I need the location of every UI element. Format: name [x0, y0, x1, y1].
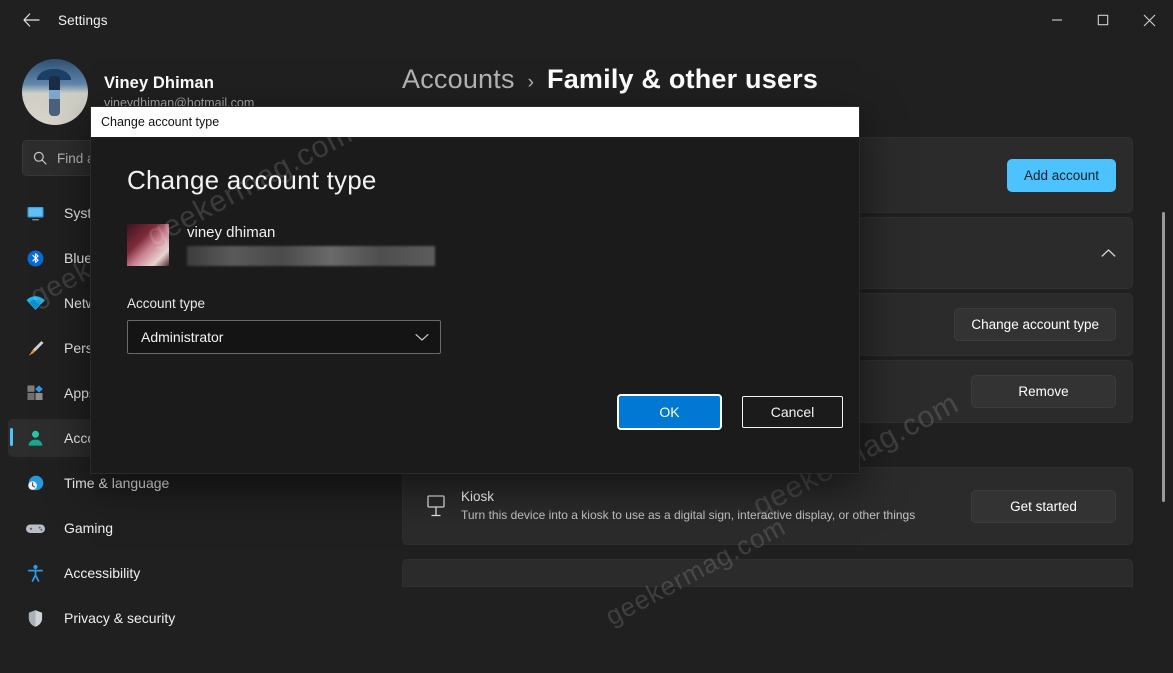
cancel-button[interactable]: Cancel [742, 396, 843, 428]
minimize-icon [1052, 19, 1062, 21]
dialog-user-email-redacted [187, 246, 435, 266]
back-arrow-icon [22, 13, 40, 27]
account-type-label: Account type [127, 296, 206, 311]
breadcrumb-separator: › [527, 72, 534, 93]
sidebar-item-label: Privacy & security [64, 610, 176, 626]
dialog-heading: Change account type [127, 165, 377, 195]
apps-icon [22, 382, 48, 404]
search-icon [33, 151, 47, 165]
window-titlebar: Settings [0, 0, 1173, 40]
dialog-user-name: viney dhiman [187, 224, 276, 241]
sidebar-item-privacy-security[interactable]: Privacy & security [8, 599, 382, 637]
page-title: Family & other users [547, 64, 819, 94]
breadcrumb-parent[interactable]: Accounts [402, 64, 515, 95]
sidebar-item-label: Time & language [64, 475, 170, 491]
ok-button[interactable]: OK [617, 394, 722, 430]
remove-button[interactable]: Remove [971, 375, 1116, 408]
sidebar-item-label: Accessibility [64, 565, 141, 581]
next-section-card-partial[interactable] [402, 559, 1133, 587]
time-language-icon [22, 472, 48, 494]
chevron-down-icon [415, 333, 429, 342]
sidebar-item-accessibility[interactable]: Accessibility [8, 554, 382, 592]
sidebar-item-gaming[interactable]: Gaming [8, 509, 382, 547]
dialog-body: Change account type viney dhiman Account… [91, 137, 859, 474]
change-account-type-button[interactable]: Change account type [954, 308, 1116, 341]
dialog-actions: OK Cancel [617, 394, 843, 430]
kiosk-description: Turn this device into a kiosk to use as … [461, 508, 916, 522]
account-type-select[interactable]: Administrator [127, 320, 441, 354]
personalization-icon [22, 337, 48, 359]
breadcrumb: Accounts › Family & other users [392, 40, 1173, 95]
minimize-button[interactable] [1034, 0, 1080, 40]
settings-window: Settings Viney Dhiman vineydhiman@hotmai… [0, 0, 1173, 673]
maximize-icon [1097, 14, 1109, 26]
accounts-icon [22, 427, 48, 449]
close-button[interactable] [1126, 0, 1173, 40]
avatar [22, 59, 88, 125]
close-icon [1143, 14, 1156, 26]
back-button[interactable] [14, 5, 48, 35]
dialog-titlebar: Change account type [91, 107, 859, 137]
avatar-detail [49, 76, 60, 116]
dialog-user-text: viney dhiman [187, 224, 435, 266]
add-account-button[interactable]: Add account [1006, 158, 1116, 192]
sidebar-item-label: Gaming [64, 520, 114, 536]
chevron-up-icon[interactable] [1101, 248, 1116, 258]
accessibility-icon [22, 562, 48, 584]
account-type-selected-value: Administrator [141, 329, 224, 345]
profile-name: Viney Dhiman [104, 74, 215, 92]
bluetooth-icon [22, 247, 48, 269]
kiosk-get-started-button[interactable]: Get started [971, 489, 1116, 523]
privacy-security-icon [22, 607, 48, 629]
dialog-titlebar-title: Change account type [101, 115, 220, 129]
dialog-user-row: viney dhiman [127, 224, 823, 266]
window-title: Settings [58, 12, 108, 28]
profile-text: Viney Dhiman vineydhiman@hotmail.com [104, 74, 254, 110]
system-icon [22, 202, 48, 224]
window-controls [1034, 0, 1173, 40]
kiosk-title: Kiosk [461, 489, 495, 504]
kiosk-card: Kiosk Turn this device into a kiosk to u… [402, 467, 1133, 545]
dialog-avatar [127, 224, 169, 266]
main-scrollbar[interactable] [1162, 212, 1165, 502]
maximize-button[interactable] [1080, 0, 1126, 40]
gaming-icon [22, 517, 48, 539]
kiosk-icon [419, 494, 453, 518]
change-account-type-dialog: Change account type Change account type … [90, 106, 860, 474]
network-icon [22, 292, 48, 314]
kiosk-text: Kiosk Turn this device into a kiosk to u… [461, 489, 971, 523]
